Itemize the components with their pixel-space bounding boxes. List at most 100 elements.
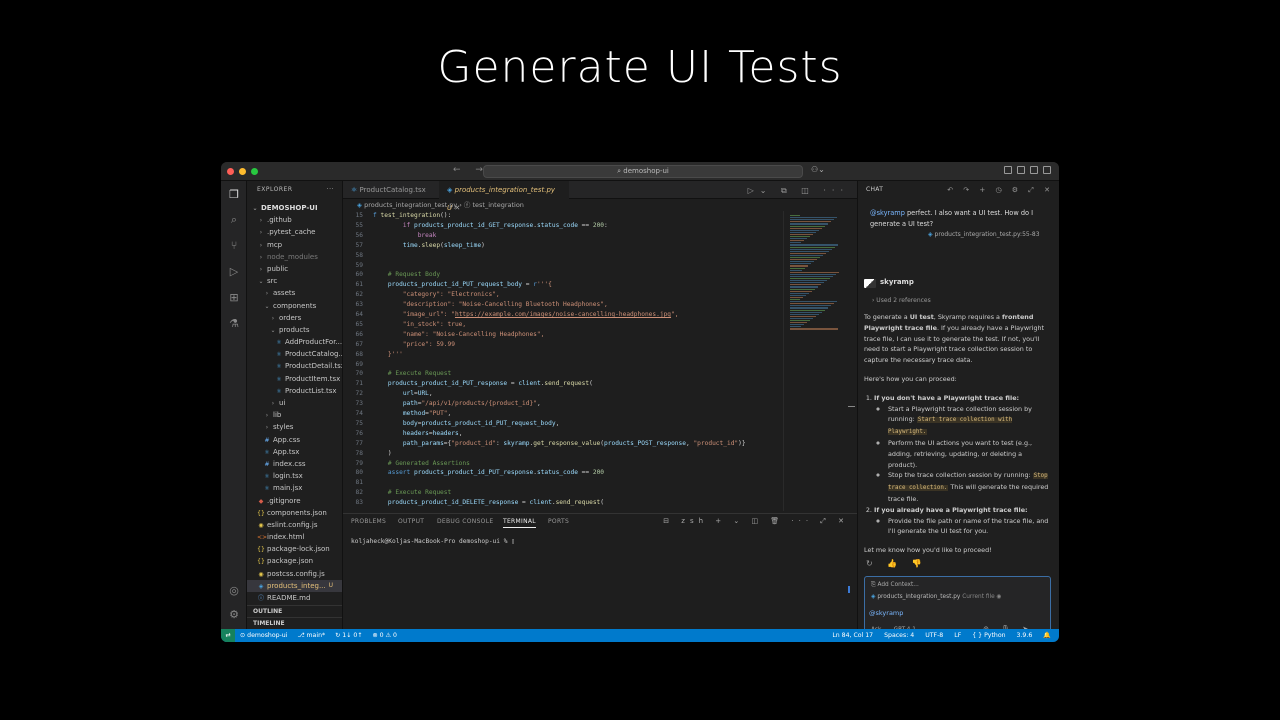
testing-icon[interactable]: ⚗ xyxy=(228,318,240,330)
tree-item[interactable]: › .github xyxy=(247,214,342,226)
tree-item[interactable]: ⚛ main.jsx xyxy=(247,482,342,494)
command-center-search[interactable]: ⌕ demoshop-ui xyxy=(483,165,803,178)
status-version[interactable]: 3.9.6 xyxy=(1017,629,1033,642)
search-icon[interactable]: ⌕ xyxy=(228,214,240,226)
tree-item[interactable]: ⚛ ProductCatalog... xyxy=(247,348,342,360)
tree-item[interactable]: › styles xyxy=(247,421,342,433)
reference-chip[interactable]: ◈ products_integration_test.py:55-83 xyxy=(928,231,1040,238)
tab-output[interactable]: OUTPUT xyxy=(398,518,424,525)
source-control-icon[interactable]: ⑂ xyxy=(228,240,240,252)
current-file-chip[interactable]: ◈ products_integration_test.py Current f… xyxy=(871,594,1002,600)
tree-item[interactable]: ⚛ App.tsx xyxy=(247,446,342,458)
minimap[interactable] xyxy=(783,211,847,511)
tree-item[interactable]: # index.css xyxy=(247,458,342,470)
status-eol[interactable]: LF xyxy=(954,629,961,642)
manage-gear-icon[interactable]: ⚙ xyxy=(228,609,240,621)
code-line[interactable]: 63 "description": "Noise-Cancelling Blue… xyxy=(343,300,783,310)
tab-problems[interactable]: PROBLEMS xyxy=(351,518,386,525)
remote-icon[interactable]: ⇄ xyxy=(221,629,235,642)
tree-item[interactable]: ⚛ login.tsx xyxy=(247,470,342,482)
tree-item[interactable]: ⌄ DEMOSHOP-UI xyxy=(247,202,342,214)
code-line[interactable]: 58 xyxy=(343,251,783,261)
tab-debug-console[interactable]: DEBUG CONSOLE xyxy=(437,518,493,525)
code-line[interactable]: 82 # Execute Request xyxy=(343,488,783,498)
tree-item[interactable]: ⌄ products xyxy=(247,324,342,336)
tree-item[interactable]: › public xyxy=(247,263,342,275)
tree-item[interactable]: ⌄ components xyxy=(247,300,342,312)
code-line[interactable]: 74 method="PUT", xyxy=(343,409,783,419)
status-position[interactable]: Ln 84, Col 17 xyxy=(832,629,873,642)
tree-item[interactable]: ⚛ ProductList.tsx xyxy=(247,385,342,397)
tree-item[interactable]: {} package-lock.json xyxy=(247,543,342,555)
tab-terminal[interactable]: TERMINAL xyxy=(503,518,536,528)
code-line[interactable]: 69 xyxy=(343,360,783,370)
tab-productcatalog[interactable]: ⚛ ProductCatalog.tsx xyxy=(343,181,439,199)
tree-item[interactable]: › assets xyxy=(247,287,342,299)
run-debug-icon[interactable]: ▷ xyxy=(228,266,240,278)
tree-item[interactable]: ⚛ ProductDetail.tsx xyxy=(247,360,342,372)
status-branch[interactable]: ⎇ main* xyxy=(292,629,330,642)
tree-item[interactable]: ◉ postcss.config.js xyxy=(247,568,342,580)
tab-products-integration-test[interactable]: ◈ products_integration_test.py U ✕ xyxy=(439,181,569,212)
tab-ports[interactable]: PORTS xyxy=(548,518,569,525)
chat-input[interactable]: @skyramp xyxy=(869,609,903,617)
more-actions-icon[interactable]: ··· xyxy=(327,181,334,199)
code-line[interactable]: 70 # Execute Request xyxy=(343,369,783,379)
tree-item[interactable]: <>index.html xyxy=(247,531,342,543)
code-line[interactable]: 67 "price": 59.99 xyxy=(343,340,783,350)
code-line[interactable]: 71 products_product_id_PUT_response = cl… xyxy=(343,379,783,389)
tree-item[interactable]: › node_modules xyxy=(247,251,342,263)
code-line[interactable]: 78 ) xyxy=(343,449,783,459)
used-references[interactable]: › Used 2 references xyxy=(872,297,931,304)
tree-item[interactable]: › orders xyxy=(247,312,342,324)
notifications-icon[interactable]: 🔔 xyxy=(1043,629,1051,642)
terminal-prompt[interactable]: koljaheck@Koljas-MacBook-Pro demoshop-ui… xyxy=(351,538,515,545)
copilot-icon[interactable]: ⚇⌄ xyxy=(811,165,825,174)
outline-section[interactable]: OUTLINE xyxy=(247,605,342,617)
tree-item[interactable]: ◆ .gitignore xyxy=(247,495,342,507)
code-line[interactable]: 62 "category": "Electronics", xyxy=(343,290,783,300)
tree-item[interactable]: › ui xyxy=(247,397,342,409)
extensions-icon[interactable]: ⊞ xyxy=(228,292,240,304)
breadcrumb[interactable]: ◈ products_integration_test.py › ⓕ test_… xyxy=(343,199,857,211)
code-line[interactable]: 77 path_params={"product_id": skyramp.ge… xyxy=(343,439,783,449)
code-line[interactable]: 76 headers=headers, xyxy=(343,429,783,439)
status-language[interactable]: { } Python xyxy=(972,629,1005,642)
code-line[interactable]: 15 f test_integration(): xyxy=(343,211,783,221)
tree-item[interactable]: {} components.json xyxy=(247,507,342,519)
layout-controls[interactable] xyxy=(1004,166,1051,174)
maximize-window-button[interactable] xyxy=(251,168,258,175)
tree-item[interactable]: ◈ products_integ... U xyxy=(247,579,342,592)
tree-item[interactable]: › .pytest_cache xyxy=(247,226,342,238)
code-line[interactable]: 81 xyxy=(343,478,783,488)
tree-item[interactable]: # App.css xyxy=(247,434,342,446)
code-line[interactable]: 61 products_product_id_PUT_request_body … xyxy=(343,280,783,290)
code-line[interactable]: 68 }''' xyxy=(343,350,783,360)
tree-item[interactable]: ⓘ README.md xyxy=(247,592,342,604)
code-line[interactable]: 55 if products_product_id_GET_response.s… xyxy=(343,221,783,231)
account-icon[interactable]: ◎ xyxy=(228,585,240,597)
code-line[interactable]: 75 body=products_product_id_PUT_request_… xyxy=(343,419,783,429)
code-line[interactable]: 56 break xyxy=(343,231,783,241)
status-project[interactable]: ⊙ demoshop-ui xyxy=(235,629,292,642)
tree-item[interactable]: › mcp xyxy=(247,239,342,251)
close-window-button[interactable] xyxy=(227,168,234,175)
code-line[interactable]: 79 # Generated Assertions xyxy=(343,459,783,469)
code-line[interactable]: 83 products_product_id_DELETE_response =… xyxy=(343,498,783,508)
timeline-section[interactable]: TIMELINE xyxy=(247,617,342,629)
code-editor[interactable]: 15 f test_integration(): 55 if products_pr… xyxy=(343,211,783,511)
tree-item[interactable]: {} package.json xyxy=(247,555,342,567)
status-encoding[interactable]: UTF-8 xyxy=(925,629,943,642)
panel-actions[interactable]: ⊟ zsh + ⌄ ◫ 🗑 ··· ⤢ ✕ xyxy=(663,517,849,526)
tree-item[interactable]: ⚛ AddProductFor... xyxy=(247,336,342,348)
tree-item[interactable]: ⚛ ProductItem.tsx xyxy=(247,373,342,385)
tree-item[interactable]: ◉ eslint.config.js xyxy=(247,519,342,531)
code-line[interactable]: 60 # Request Body xyxy=(343,270,783,280)
code-line[interactable]: 57 time.sleep(sleep_time) xyxy=(343,241,783,251)
code-line[interactable]: 66 "name": "Noise-Cancelling Headphones"… xyxy=(343,330,783,340)
response-feedback[interactable]: ↻ 👍 👎 xyxy=(866,559,928,568)
code-line[interactable]: 65 "in_stock": true, xyxy=(343,320,783,330)
status-problems[interactable]: ⊗ 0 ⚠ 0 xyxy=(367,629,402,642)
status-spaces[interactable]: Spaces: 4 xyxy=(884,629,914,642)
code-line[interactable]: 59 xyxy=(343,261,783,271)
